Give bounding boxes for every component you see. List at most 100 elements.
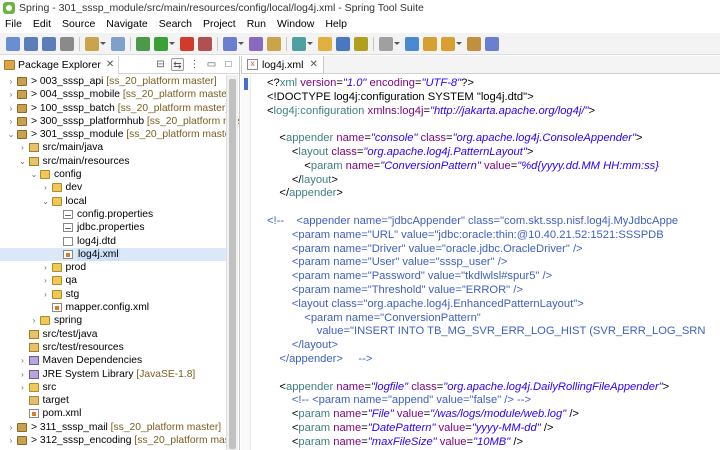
dropdown-arrow-icon[interactable] (307, 42, 313, 45)
tree-item[interactable]: › > 311_sssp_mail [ss_20_platform master] (0, 421, 238, 434)
debug-icon[interactable] (136, 36, 150, 51)
server-icon[interactable] (223, 36, 237, 51)
maximize-icon[interactable]: □ (222, 58, 235, 71)
expand-arrow-icon[interactable]: › (42, 274, 50, 287)
open-folder-icon[interactable] (318, 36, 332, 51)
tree-item-label: log4j.dtd (77, 235, 116, 248)
tree-item[interactable]: › JRE System Library [JavaSE-1.8] (0, 368, 238, 381)
tree-item[interactable]: ⌄ > 301_sssp_module [ss_20_platform maste… (0, 128, 238, 141)
save-all-icon[interactable] (42, 36, 56, 51)
tree-item[interactable]: mapper.config.xml (0, 301, 238, 314)
forward-icon[interactable] (485, 36, 499, 51)
tree-item[interactable]: log4j.xml (0, 247, 238, 262)
skip-breakpoints-icon[interactable] (111, 36, 125, 51)
collapse-arrow-icon[interactable]: ⌄ (30, 168, 38, 181)
tree-item[interactable]: target (0, 394, 238, 407)
tree-item[interactable]: pom.xml (0, 407, 238, 420)
code-token: layout (298, 145, 332, 158)
view-menu-icon[interactable]: ⋮ (188, 58, 201, 71)
print-icon[interactable] (60, 36, 74, 51)
annotation-icon[interactable] (354, 36, 368, 51)
tree-item[interactable]: log4j.dtd (0, 235, 238, 248)
collapse-arrow-icon[interactable]: ⌄ (42, 195, 50, 208)
menu-window[interactable]: Window (272, 18, 320, 30)
next-annotation-icon[interactable] (423, 36, 437, 51)
tree-item[interactable]: src/test/resources (0, 341, 238, 354)
tree-item[interactable]: › stg (0, 288, 238, 301)
tab-package-explorer[interactable]: Package Explorer ✕ (0, 56, 120, 74)
expand-arrow-icon[interactable]: › (7, 115, 15, 128)
expand-arrow-icon[interactable]: › (7, 102, 15, 115)
save-icon[interactable] (24, 36, 38, 51)
expand-arrow-icon[interactable]: › (19, 141, 27, 154)
menu-help[interactable]: Help (320, 18, 353, 30)
expand-arrow-icon[interactable]: › (42, 261, 50, 274)
expand-arrow-icon[interactable]: › (42, 288, 50, 301)
menu-edit[interactable]: Edit (28, 18, 57, 30)
dropdown-arrow-icon[interactable] (238, 42, 244, 45)
tree-item[interactable]: config.properties (0, 208, 238, 221)
menu-search[interactable]: Search (154, 18, 198, 30)
code-text[interactable]: <?xml version="1.0" encoding="UTF-8"?> <!… (267, 77, 720, 450)
menu-navigate[interactable]: Navigate (101, 18, 153, 30)
tree-item[interactable]: ⌄ local (0, 195, 238, 208)
tree-item[interactable]: › spring (0, 314, 238, 327)
dropdown-arrow-icon[interactable] (100, 42, 106, 45)
pin-icon[interactable] (379, 36, 393, 51)
coverage-icon[interactable] (198, 36, 212, 51)
expand-arrow-icon[interactable]: › (7, 75, 15, 88)
minimize-icon[interactable]: ▭ (205, 58, 218, 71)
collapse-all-icon[interactable]: ⊟ (154, 58, 167, 71)
close-icon[interactable]: ✕ (106, 59, 114, 70)
tree-item[interactable]: › src (0, 381, 238, 394)
menu-run[interactable]: Run (242, 18, 272, 30)
tree-item[interactable]: › > 300_sssp_platformhub [ss_20_platform … (0, 115, 239, 128)
tree-item[interactable]: › Maven Dependencies (0, 354, 238, 367)
dropdown-arrow-icon[interactable] (456, 42, 462, 45)
tree-item[interactable]: › prod (0, 261, 238, 274)
expand-arrow-icon[interactable]: › (30, 314, 38, 327)
menu-project[interactable]: Project (198, 18, 242, 30)
expand-arrow-icon[interactable]: › (7, 88, 15, 101)
expand-arrow-icon[interactable]: › (7, 434, 15, 447)
menu-file[interactable]: File (0, 18, 28, 30)
tree-item[interactable]: › qa (0, 274, 238, 287)
tree-item[interactable]: ⌄ config (0, 168, 238, 181)
tab-log4j-xml[interactable]: x log4j.xml ✕ (241, 56, 324, 73)
run-icon[interactable] (154, 36, 168, 51)
dropdown-arrow-icon[interactable] (169, 42, 175, 45)
open-type-icon[interactable] (85, 36, 99, 51)
link-with-editor-icon[interactable]: ⇆ (171, 58, 184, 71)
expand-arrow-icon[interactable]: › (42, 181, 50, 194)
new-icon[interactable] (6, 36, 20, 51)
dropdown-arrow-icon[interactable] (394, 42, 400, 45)
collapse-arrow-icon[interactable]: ⌄ (7, 128, 15, 141)
close-icon[interactable]: ✕ (309, 59, 317, 70)
tree-item[interactable]: › > 100_sssp_batch [ss_20_platform master… (0, 102, 238, 115)
stop-icon[interactable] (180, 36, 194, 51)
tree-item[interactable]: › dev (0, 181, 238, 194)
menu-source[interactable]: Source (57, 18, 101, 30)
explorer-scrollbar-thumb[interactable] (229, 79, 236, 449)
expand-arrow-icon[interactable]: › (19, 368, 27, 381)
new-package-icon[interactable] (267, 36, 281, 51)
collapse-arrow-icon[interactable]: ⌄ (19, 155, 27, 168)
tree-item[interactable]: › > 003_sssp_api [ss_20_platform master] (0, 75, 238, 88)
tree-item[interactable]: src/test/java (0, 328, 238, 341)
explorer-scrollbar[interactable] (226, 75, 238, 450)
new-java-project-icon[interactable] (249, 36, 263, 51)
tree-item[interactable]: › > 004_sssp_mobile [ss_20_platform maste… (0, 88, 238, 101)
tree-item[interactable]: ⌄ src/main/resources (0, 155, 238, 168)
globe-icon[interactable] (405, 36, 419, 51)
expand-arrow-icon[interactable]: › (19, 381, 27, 394)
code-line: <!-- <param name="append" value="false" … (267, 394, 720, 408)
tree-item[interactable]: jdbc.properties (0, 221, 238, 234)
new-class-icon[interactable] (292, 36, 306, 51)
prev-annotation-icon[interactable] (441, 36, 455, 51)
expand-arrow-icon[interactable]: › (19, 354, 27, 367)
expand-arrow-icon[interactable]: › (7, 421, 15, 434)
back-icon[interactable] (467, 36, 481, 51)
tree-item[interactable]: › > 312_sssp_encoding [ss_20_platform mas… (0, 434, 239, 447)
tree-item[interactable]: › src/main/java (0, 141, 238, 154)
search-icon[interactable] (336, 36, 350, 51)
